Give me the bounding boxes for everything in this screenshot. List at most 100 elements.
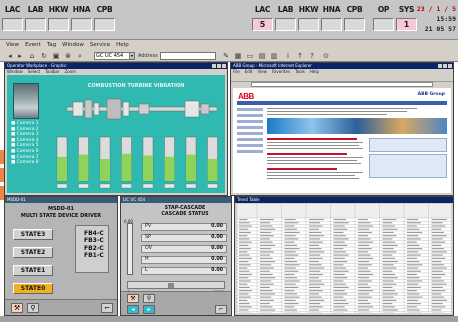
abb-logo[interactable]: ABB <box>238 92 254 101</box>
site-nav[interactable] <box>237 101 447 105</box>
maximize-icon[interactable] <box>217 64 221 68</box>
tag-combo[interactable]: GC UC 454 <box>94 52 130 60</box>
settings-icon[interactable]: ⊙ <box>322 52 330 60</box>
table-cell <box>309 251 325 253</box>
faceplate-tool-icon[interactable]: ⚒ <box>127 294 139 303</box>
faceplate-trend-icon[interactable]: ⚲ <box>143 294 155 303</box>
menu-item-help[interactable]: Help <box>116 40 129 50</box>
menu-item-tag[interactable]: Tag <box>47 40 56 50</box>
clock-time-1: 15:59 <box>436 15 456 23</box>
hero-banner[interactable] <box>267 118 447 134</box>
alarm-button-hna[interactable]: HNA <box>71 4 92 16</box>
alarm-button-lac[interactable]: LAC <box>252 4 273 16</box>
table-cell <box>431 254 443 256</box>
address-input[interactable] <box>160 52 216 60</box>
chevron-down-icon[interactable]: ▾ <box>129 52 135 60</box>
vibration-bar-fill <box>121 153 132 181</box>
cascade-row-l[interactable]: L 0.00 <box>141 267 227 275</box>
table-cell <box>358 270 371 272</box>
search-icon[interactable]: ⌕ <box>76 52 84 60</box>
alarm-button-cpb[interactable]: CPB <box>344 4 365 16</box>
table-cell <box>239 299 248 301</box>
output-slider[interactable] <box>127 281 225 289</box>
slider-handle[interactable] <box>168 283 174 288</box>
table-cell <box>239 309 249 311</box>
faceplate-menu-icon[interactable]: ⌐ <box>101 303 113 313</box>
menu-item-service[interactable]: Service <box>90 40 110 50</box>
alarm-button-hna[interactable]: HNA <box>321 4 342 16</box>
faceplate-description: CASCADE STATUS <box>161 212 209 217</box>
headline-link[interactable] <box>267 168 337 170</box>
faceplate-trend-icon[interactable]: ⚲ <box>27 303 39 313</box>
table-cell <box>431 251 447 253</box>
headline-link[interactable] <box>267 153 347 155</box>
camera-photo[interactable] <box>13 83 39 119</box>
cascade-row-pv[interactable]: PV 0.00 <box>141 223 227 231</box>
back-icon[interactable]: ◂ <box>6 52 14 60</box>
browser-window[interactable]: ABB Group - Microsoft Internet Explorer … <box>230 62 454 196</box>
help-icon[interactable]: ? <box>308 52 316 60</box>
cascade-row-sp[interactable]: SP 0.00 <box>141 234 227 242</box>
close-icon[interactable] <box>222 64 226 68</box>
table-cell <box>358 241 374 243</box>
print-icon[interactable]: ▣ <box>52 52 60 60</box>
window-icon[interactable]: ▭ <box>246 52 254 60</box>
edit-icon[interactable]: ✎ <box>222 52 230 60</box>
state-button-state1[interactable]: STATE1 <box>13 265 53 276</box>
arrow-up-icon[interactable]: ↑ <box>296 52 304 60</box>
search-box[interactable] <box>369 138 447 152</box>
maximize-icon[interactable] <box>443 64 447 68</box>
text-line <box>267 148 363 150</box>
minimize-icon[interactable] <box>212 64 216 68</box>
trend-table-window[interactable]: Trend Table <box>234 196 454 316</box>
faceplate-menu-icon[interactable]: ⌐ <box>215 305 227 314</box>
state-button-state3[interactable]: STATE3 <box>13 229 53 240</box>
info-icon[interactable]: ⅰ <box>284 52 292 60</box>
table-cell <box>260 248 272 250</box>
minimize-icon[interactable] <box>438 64 442 68</box>
alarm-sys[interactable]: SYS 1 <box>396 4 417 36</box>
url-input[interactable] <box>251 82 433 87</box>
state-button-state2[interactable]: STATE2 <box>13 247 53 258</box>
cascade-status-window[interactable]: LIC UC 454 STAP-CASCADE CASCADE STATUS 0… <box>120 196 232 316</box>
menu-item-window[interactable]: Window <box>62 40 84 50</box>
window-title-bar[interactable]: Trend Table <box>235 197 453 203</box>
menu-item-event[interactable]: Event <box>25 40 41 50</box>
alarm-op[interactable]: OP <box>373 4 394 36</box>
menu-item-view[interactable]: View <box>6 40 19 50</box>
table-cell <box>239 293 249 295</box>
table-cell <box>382 277 398 279</box>
table-cell <box>333 290 345 292</box>
refresh-icon[interactable]: ↻ <box>40 52 48 60</box>
alarm-button-lab[interactable]: LAB <box>25 4 46 16</box>
feedback-fb3-c: FB3-C <box>84 237 104 245</box>
alarm-count-hna <box>321 18 342 31</box>
graphic-heading: COMBUSTION TURBINE VIBRATION <box>87 83 185 89</box>
tile-icon[interactable]: ▤ <box>258 52 266 60</box>
alarm-button-cpb[interactable]: CPB <box>94 4 115 16</box>
faceplate-tool-icon[interactable]: ⚒ <box>11 303 23 313</box>
turbine-vibration-window[interactable]: Operator Workplace - Graphic Window Selec… <box>4 62 228 196</box>
stop-icon[interactable]: ⊗ <box>64 52 72 60</box>
grid-icon[interactable]: ▦ <box>234 52 242 60</box>
headline-link[interactable] <box>267 138 357 140</box>
camera-item[interactable]: ■ Camera 8 <box>11 160 51 166</box>
alarm-button-lab[interactable]: LAB <box>275 4 296 16</box>
home-icon[interactable]: ⌂ <box>28 52 36 60</box>
state-button-state0[interactable]: STATE0 <box>13 283 53 294</box>
arrow-right-icon[interactable]: ▸ <box>143 305 155 314</box>
cascade-row-label: L <box>145 268 148 273</box>
menu-bar: View Event Tag Window Service Help <box>0 40 458 50</box>
alarm-button-hkw[interactable]: HKW <box>298 4 319 16</box>
alarm-button-lac[interactable]: LAC <box>2 4 23 16</box>
close-icon[interactable] <box>448 64 452 68</box>
alarm-button-hkw[interactable]: HKW <box>48 4 69 16</box>
data-table[interactable] <box>237 204 451 313</box>
cascade-icon[interactable]: ▥ <box>270 52 278 60</box>
multi-state-device-window[interactable]: MSDD-01 MSDD-01 MULTI STATE DEVICE DRIVE… <box>4 196 118 316</box>
forward-icon[interactable]: ▸ <box>16 52 24 60</box>
cascade-row-h[interactable]: H 0.00 <box>141 256 227 264</box>
cascade-row-ov[interactable]: OV 0.00 <box>141 245 227 253</box>
arrow-left-icon[interactable]: ◂ <box>127 305 139 314</box>
vibration-bar-label <box>207 183 218 189</box>
